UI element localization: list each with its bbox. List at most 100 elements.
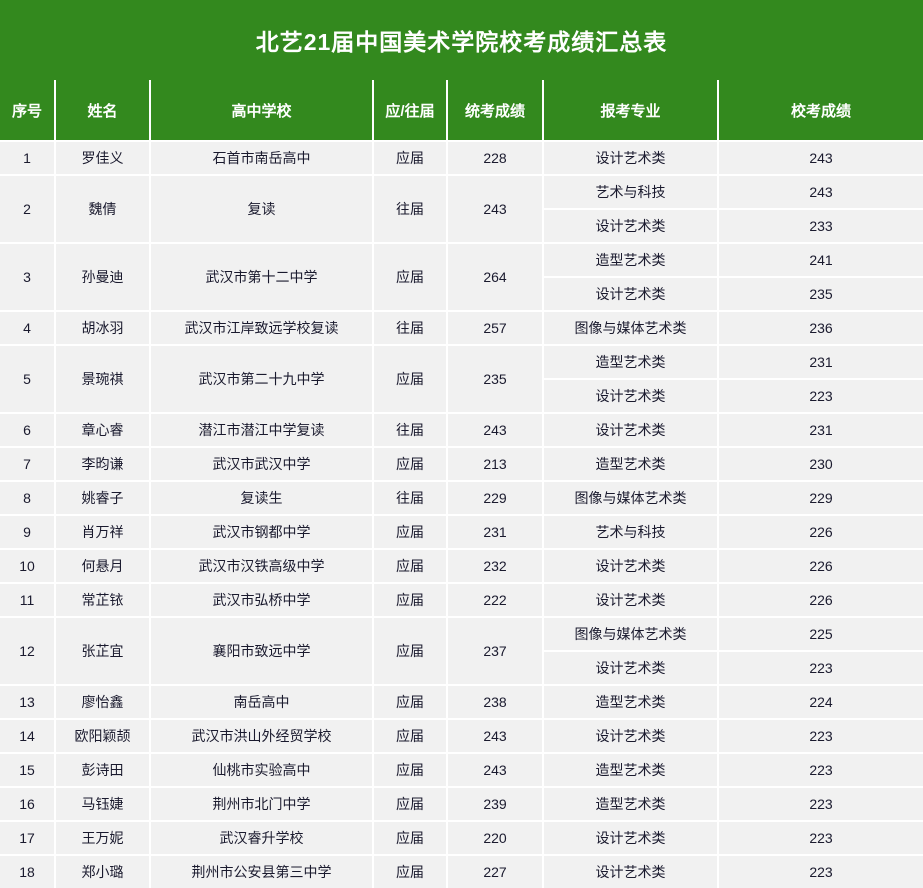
column-header-seq: 序号	[0, 80, 56, 142]
cell-unified: 237	[447, 617, 544, 686]
cell-school: 武汉市弘桥中学	[150, 583, 374, 618]
cell-name: 廖怡鑫	[55, 685, 151, 720]
table-row: 10 何悬月 武汉市汉铁高级中学 应届 232 设计艺术类 226	[0, 549, 923, 584]
column-header-unified: 统考成绩	[447, 80, 544, 142]
cell-major: 造型艺术类	[543, 243, 719, 278]
cell-seq: 3	[0, 243, 56, 312]
cell-seq: 14	[0, 719, 56, 754]
cell-exam: 235	[718, 277, 923, 312]
cell-type: 应届	[373, 685, 448, 720]
cell-unified: 213	[447, 447, 544, 482]
cell-school: 武汉市钢都中学	[150, 515, 374, 550]
cell-exam: 225	[718, 617, 923, 652]
cell-major: 造型艺术类	[543, 787, 719, 822]
scores-table: 序号 姓名 高中学校 应/往届 统考成绩 报考专业 校考成绩 1 罗佳义 石首市南岳…	[0, 80, 923, 888]
cell-unified: 243	[447, 175, 544, 244]
cell-major: 图像与媒体艺术类	[543, 481, 719, 516]
cell-major: 设计艺术类	[543, 379, 719, 414]
table-row: 2 魏倩 复读 往届 243 艺术与科技 243	[0, 175, 923, 244]
cell-major: 设计艺术类	[543, 141, 719, 176]
table-row: 17 王万妮 武汉睿升学校 应届 220 设计艺术类 223	[0, 821, 923, 856]
cell-school: 荆州市公安县第三中学	[150, 855, 374, 888]
cell-seq: 13	[0, 685, 56, 720]
cell-school: 武汉市第十二中学	[150, 243, 374, 312]
cell-school: 武汉市武汉中学	[150, 447, 374, 482]
cell-type: 应届	[373, 753, 448, 788]
column-header-name: 姓名	[55, 80, 151, 142]
cell-school: 武汉市汉铁高级中学	[150, 549, 374, 584]
table-row: 9 肖万祥 武汉市钢都中学 应届 231 艺术与科技 226	[0, 515, 923, 550]
cell-seq: 10	[0, 549, 56, 584]
cell-school: 石首市南岳高中	[150, 141, 374, 176]
cell-unified: 229	[447, 481, 544, 516]
cell-major: 设计艺术类	[543, 549, 719, 584]
cell-unified: 227	[447, 855, 544, 888]
cell-exam: 224	[718, 685, 923, 720]
cell-type: 应届	[373, 549, 448, 584]
cell-school: 武汉睿升学校	[150, 821, 374, 856]
cell-school: 荆州市北门中学	[150, 787, 374, 822]
cell-major: 艺术与科技	[543, 515, 719, 550]
cell-school: 武汉市洪山外经贸学校	[150, 719, 374, 754]
cell-name: 章心睿	[55, 413, 151, 448]
cell-major: 造型艺术类	[543, 753, 719, 788]
cell-type: 应届	[373, 345, 448, 414]
table-row: 14 欧阳颖颉 武汉市洪山外经贸学校 应届 243 设计艺术类 223	[0, 719, 923, 754]
cell-exam: 243	[718, 141, 923, 176]
table-row: 4 胡冰羽 武汉市江岸致远学校复读 往届 257 图像与媒体艺术类 236	[0, 311, 923, 346]
cell-major: 设计艺术类	[543, 413, 719, 448]
cell-seq: 4	[0, 311, 56, 346]
table-row: 6 章心睿 潜江市潜江中学复读 往届 243 设计艺术类 231	[0, 413, 923, 448]
cell-unified: 228	[447, 141, 544, 176]
cell-exam: 223	[718, 787, 923, 822]
column-header-school: 高中学校	[150, 80, 374, 142]
cell-major: 图像与媒体艺术类	[543, 311, 719, 346]
cell-exam: 223	[718, 379, 923, 414]
cell-type: 应届	[373, 141, 448, 176]
cell-exam: 226	[718, 515, 923, 550]
cell-type: 往届	[373, 175, 448, 244]
cell-name: 郑小璐	[55, 855, 151, 888]
cell-type: 应届	[373, 583, 448, 618]
cell-seq: 12	[0, 617, 56, 686]
cell-name: 胡冰羽	[55, 311, 151, 346]
cell-type: 应届	[373, 243, 448, 312]
cell-major: 设计艺术类	[543, 821, 719, 856]
cell-seq: 11	[0, 583, 56, 618]
cell-seq: 1	[0, 141, 56, 176]
table-body: 1 罗佳义 石首市南岳高中 应届 228 设计艺术类 243 2 魏倩 复读 往届 243 艺术与科技 2…	[0, 141, 923, 888]
cell-type: 往届	[373, 311, 448, 346]
cell-seq: 7	[0, 447, 56, 482]
header-row: 序号 姓名 高中学校 应/往届 统考成绩 报考专业 校考成绩	[0, 80, 923, 142]
cell-major: 造型艺术类	[543, 345, 719, 380]
cell-school: 仙桃市实验高中	[150, 753, 374, 788]
cell-exam: 223	[718, 855, 923, 888]
cell-major: 设计艺术类	[543, 209, 719, 244]
cell-seq: 16	[0, 787, 56, 822]
cell-major: 设计艺术类	[543, 583, 719, 618]
cell-name: 马钰婕	[55, 787, 151, 822]
cell-name: 罗佳义	[55, 141, 151, 176]
table-row: 8 姚睿子 复读生 往届 229 图像与媒体艺术类 229	[0, 481, 923, 516]
cell-name: 景琬祺	[55, 345, 151, 414]
cell-unified: 257	[447, 311, 544, 346]
cell-type: 往届	[373, 481, 448, 516]
cell-school: 南岳高中	[150, 685, 374, 720]
cell-type: 往届	[373, 413, 448, 448]
cell-school: 潜江市潜江中学复读	[150, 413, 374, 448]
cell-school: 复读	[150, 175, 374, 244]
cell-unified: 238	[447, 685, 544, 720]
page-title: 北艺21届中国美术学院校考成绩汇总表	[255, 29, 668, 55]
table-row: 7 李昀谦 武汉市武汉中学 应届 213 造型艺术类 230	[0, 447, 923, 482]
cell-major: 设计艺术类	[543, 855, 719, 888]
column-header-exam: 校考成绩	[718, 80, 923, 142]
cell-major: 造型艺术类	[543, 447, 719, 482]
table-row: 5 景琬祺 武汉市第二十九中学 应届 235 造型艺术类 231	[0, 345, 923, 414]
table-row: 18 郑小璐 荆州市公安县第三中学 应届 227 设计艺术类 223	[0, 855, 923, 888]
cell-school: 武汉市江岸致远学校复读	[150, 311, 374, 346]
table-row: 13 廖怡鑫 南岳高中 应届 238 造型艺术类 224	[0, 685, 923, 720]
table-row: 3 孙曼迪 武汉市第十二中学 应届 264 造型艺术类 241	[0, 243, 923, 312]
cell-type: 应届	[373, 821, 448, 856]
score-summary-sheet: 北艺21届中国美术学院校考成绩汇总表 序号 姓名 高中学校 应/往届 统考成绩 …	[0, 0, 923, 888]
cell-unified: 243	[447, 719, 544, 754]
